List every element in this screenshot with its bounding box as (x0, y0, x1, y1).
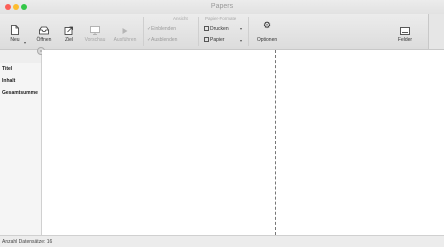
format-print-caret[interactable]: ▾ (240, 26, 242, 31)
format-option-print[interactable]: Drucken (204, 26, 229, 32)
view-option-hide[interactable]: ✓Ausblenden (147, 37, 177, 43)
page-break-line (275, 50, 276, 235)
view-group-title: Ansicht (173, 16, 188, 21)
checkbox-icon (204, 37, 209, 43)
view-option-hide-label: Ausblenden (151, 37, 178, 43)
options-button[interactable]: ⚙ Optionen (253, 14, 281, 49)
goal-button[interactable]: Ziel (58, 14, 80, 49)
goal-label: Ziel (64, 37, 74, 43)
window-title: Papers (210, 3, 234, 10)
toolbar-overflow[interactable] (428, 14, 444, 49)
preview-button[interactable]: Vorschau (82, 14, 108, 49)
format-paper-caret[interactable]: ▾ (240, 38, 242, 43)
open-button[interactable]: Öffnen (32, 14, 56, 49)
report-canvas[interactable] (42, 50, 444, 235)
sidebar-field-content[interactable]: Inhalt (2, 78, 15, 84)
format-group-title: Papier-Formate (205, 16, 237, 21)
options-label: Optionen (256, 37, 278, 43)
sidebar-header (0, 50, 41, 63)
view-option-show-label: Einblenden (151, 26, 177, 32)
open-label: Öffnen (36, 37, 52, 43)
sidebar-field-title[interactable]: Titel (2, 66, 12, 72)
app-window: Papers Neu ▾ Öffnen Ziel Vorschau Ausfüh… (0, 0, 444, 247)
sidebar-field-total[interactable]: Gesamtsumme (2, 90, 38, 96)
toolbar-separator (248, 17, 249, 46)
new-button[interactable]: Neu (4, 14, 26, 49)
sidebar: = Titel Inhalt Gesamtsumme (0, 47, 45, 235)
fields-button[interactable]: Felder (394, 14, 416, 49)
toolbar: Neu ▾ Öffnen Ziel Vorschau Ausführen Ans… (0, 14, 444, 50)
format-option-paper-label: Papier (210, 37, 225, 43)
toolbar-separator (198, 17, 199, 46)
status-bar: Anzahl Datensätze: 16 (0, 235, 444, 247)
format-option-print-label: Drucken (210, 26, 229, 32)
new-label: Neu (10, 37, 20, 43)
record-count: Anzahl Datensätze: 16 (2, 239, 53, 245)
format-option-paper[interactable]: Papier (204, 37, 224, 43)
execute-label: Ausführen (113, 37, 137, 43)
fields-label: Felder (397, 37, 413, 43)
execute-button[interactable]: Ausführen (111, 14, 139, 49)
gear-icon: ⚙ (262, 20, 272, 30)
new-dropdown-caret[interactable]: ▾ (24, 40, 26, 45)
view-option-show[interactable]: ✓Einblenden (147, 26, 176, 32)
preview-label: Vorschau (84, 37, 106, 43)
checkbox-icon (204, 26, 209, 32)
toolbar-separator (143, 17, 144, 46)
title-bar: Papers (0, 0, 444, 14)
